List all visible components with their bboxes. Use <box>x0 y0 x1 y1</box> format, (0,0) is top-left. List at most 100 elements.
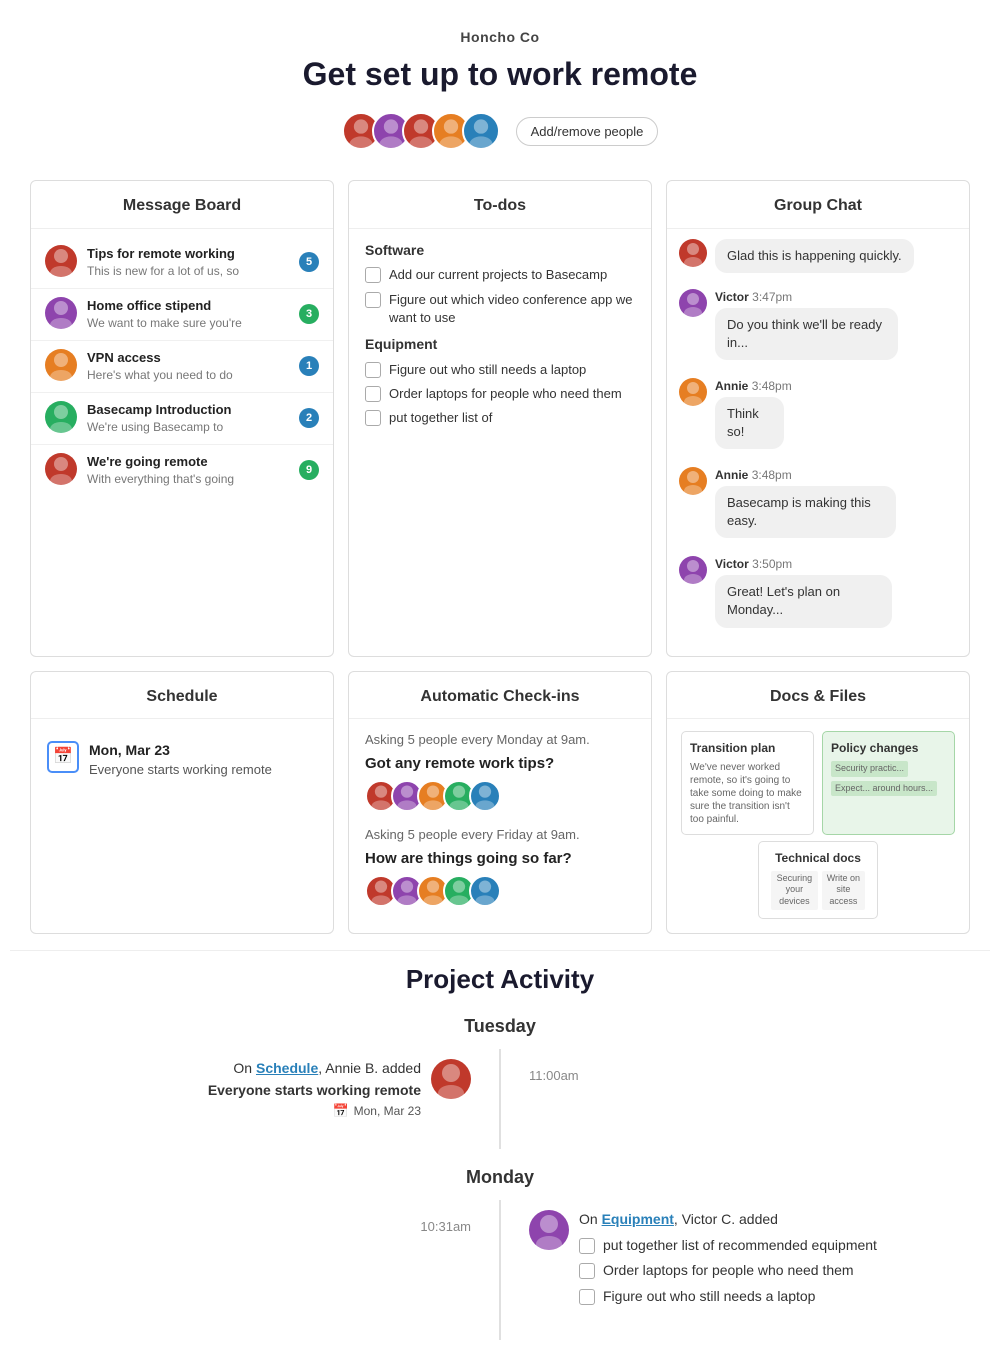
chat-meta: Victor 3:47pm <box>715 289 919 306</box>
chat-bubble: Glad this is happening quickly. <box>715 239 914 273</box>
chat-message: Annie 3:48pm Think so! <box>679 378 957 457</box>
event-date: Mon, Mar 23 <box>89 741 272 761</box>
todo-checkbox[interactable] <box>365 410 381 426</box>
event-date-detail: 📅 Mon, Mar 23 <box>208 1102 421 1120</box>
list-item[interactable]: We're going remote With everything that'… <box>31 444 333 496</box>
group-chat-card: Group Chat Glad this is happening quickl… <box>666 180 970 656</box>
list-item[interactable]: Basecamp Introduction We're using Baseca… <box>31 392 333 444</box>
checkin-avatars <box>365 875 635 907</box>
todo-checkbox[interactable] <box>365 362 381 378</box>
activity-description: On Schedule, Annie B. added <box>208 1059 421 1079</box>
chat-time: 3:47pm <box>752 290 792 304</box>
todo-text: Order laptops for people who need them <box>603 1261 854 1281</box>
avatar <box>679 556 707 584</box>
tuesday-right-content: 11:00am <box>501 1049 970 1149</box>
list-item[interactable]: Figure out who still needs a laptop <box>365 361 635 379</box>
list-item[interactable]: Tips for remote working This is new for … <box>31 237 333 288</box>
todos-section-software: Software <box>365 241 635 261</box>
todo-checkbox <box>579 1263 595 1279</box>
checkin-question: Got any remote work tips? <box>365 753 635 774</box>
message-title: VPN access <box>87 349 289 367</box>
list-item[interactable]: put together list of <box>365 409 635 427</box>
event-details: Mon, Mar 23 Everyone starts working remo… <box>89 741 272 779</box>
chat-bubble: Do you think we'll be ready in... <box>715 308 898 360</box>
chat-meta: Annie 3:48pm <box>715 467 917 484</box>
avatar <box>679 467 707 495</box>
todo-text: Figure out which video conference app we… <box>389 291 635 327</box>
chat-message: Glad this is happening quickly. <box>679 239 957 281</box>
message-badge: 2 <box>299 408 319 428</box>
activity-time: 11:00am <box>529 1059 970 1085</box>
list-item: put together list of recommended equipme… <box>579 1236 877 1256</box>
message-preview: This is new for a lot of us, so <box>87 263 289 280</box>
main-grid: Message Board Tips for remote working Th… <box>10 170 990 950</box>
schedule-link[interactable]: Schedule <box>256 1060 318 1076</box>
todo-checkbox[interactable] <box>365 386 381 402</box>
todo-text: Figure out who still needs a laptop <box>603 1287 815 1307</box>
message-preview: We're using Basecamp to <box>87 419 289 436</box>
activity-time: 10:31am <box>420 1210 471 1236</box>
page-title: Get set up to work remote <box>20 52 980 97</box>
document-card[interactable]: Policy changes Security practic... Expec… <box>822 731 955 835</box>
chat-bubble: Think so! <box>715 397 784 449</box>
message-board-title: Message Board <box>31 181 333 228</box>
checkin-asking: Asking 5 people every Monday at 9am. <box>365 731 635 749</box>
doc-title: Technical docs <box>771 850 865 867</box>
message-badge: 9 <box>299 460 319 480</box>
todos-section-equipment: Equipment <box>365 335 635 355</box>
chat-body: Glad this is happening quickly. Victor 3… <box>667 229 969 656</box>
avatar <box>45 401 77 433</box>
checkins-title: Automatic Check-ins <box>349 672 651 719</box>
message-preview: Here's what you need to do <box>87 367 289 384</box>
avatar <box>469 875 501 907</box>
message-title: Home office stipend <box>87 297 289 315</box>
message-content: Tips for remote working This is new for … <box>87 245 289 280</box>
chat-sender: Annie <box>715 468 748 482</box>
calendar-icon: 📅 <box>47 741 79 773</box>
chat-message: Victor 3:50pm Great! Let's plan on Monda… <box>679 556 957 635</box>
list-item[interactable]: Home office stipend We want to make sure… <box>31 288 333 340</box>
doc-body: Securing your devices Write on site acce… <box>771 871 865 910</box>
company-name: Honcho Co <box>20 28 980 48</box>
event-name: Everyone starts working remote <box>208 1081 421 1101</box>
tuesday-activity-item: On Schedule, Annie B. added Everyone sta… <box>208 1059 471 1120</box>
chat-bubble: Great! Let's plan on Monday... <box>715 575 892 627</box>
monday-left-content: 10:31am <box>30 1200 499 1340</box>
message-preview: With everything that's going <box>87 471 289 488</box>
checkin-block: Asking 5 people every Friday at 9am. How… <box>365 826 635 907</box>
todo-text: Figure out who still needs a laptop <box>389 361 586 379</box>
monday-right-content: On Equipment, Victor C. added put togeth… <box>501 1200 970 1340</box>
todo-text: put together list of <box>389 409 492 427</box>
docs-files-card: Docs & Files Transition plan We've never… <box>666 671 970 935</box>
activity-content: On Schedule, Annie B. added Everyone sta… <box>208 1059 421 1120</box>
event-description: Everyone starts working remote <box>89 761 272 779</box>
document-card[interactable]: Transition plan We've never worked remot… <box>681 731 814 835</box>
checkin-question: How are things going so far? <box>365 848 635 869</box>
people-row: Add/remove people <box>20 112 980 150</box>
message-title: Tips for remote working <box>87 245 289 263</box>
list-item[interactable]: Order laptops for people who need them <box>365 385 635 403</box>
checkin-block: Asking 5 people every Monday at 9am. Got… <box>365 731 635 812</box>
list-item[interactable]: Figure out which video conference app we… <box>365 291 635 327</box>
list-item[interactable]: VPN access Here's what you need to do 1 <box>31 340 333 392</box>
message-preview: We want to make sure you're <box>87 315 289 332</box>
document-card[interactable]: Technical docs Securing your devices Wri… <box>758 841 878 919</box>
message-badge: 1 <box>299 356 319 376</box>
avatar <box>529 1210 569 1250</box>
avatar <box>469 780 501 812</box>
project-activity-section: Project Activity Tuesday On Schedule, An… <box>10 950 990 1370</box>
message-badge: 3 <box>299 304 319 324</box>
list-item: Figure out who still needs a laptop <box>579 1287 877 1307</box>
todo-checkbox[interactable] <box>365 292 381 308</box>
list-item[interactable]: Add our current projects to Basecamp <box>365 266 635 284</box>
chat-time: 3:48pm <box>752 379 792 393</box>
message-content: We're going remote With everything that'… <box>87 453 289 488</box>
list-item: Order laptops for people who need them <box>579 1261 877 1281</box>
day-label-monday: Monday <box>30 1165 970 1190</box>
equipment-link[interactable]: Equipment <box>602 1211 674 1227</box>
monday-activity-content: On Equipment, Victor C. added put togeth… <box>579 1210 877 1312</box>
todo-checkbox[interactable] <box>365 267 381 283</box>
chat-message: Annie 3:48pm Basecamp is making this eas… <box>679 467 957 546</box>
add-remove-people-button[interactable]: Add/remove people <box>516 117 659 146</box>
avatar <box>45 453 77 485</box>
